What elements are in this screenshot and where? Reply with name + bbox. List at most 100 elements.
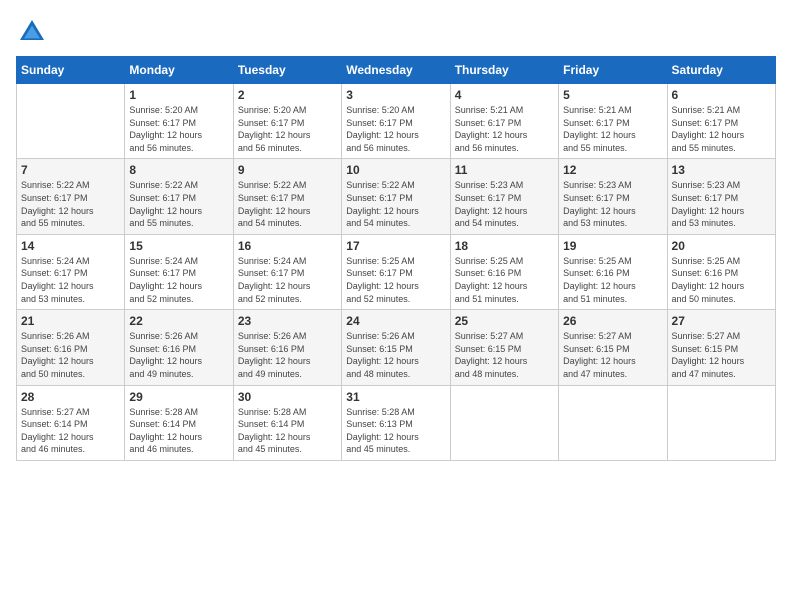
day-number: 5: [563, 88, 662, 102]
day-number: 23: [238, 314, 337, 328]
calendar-cell: 31 Sunrise: 5:28 AM Sunset: 6:13 PM Dayli…: [342, 385, 450, 460]
calendar-cell: 29 Sunrise: 5:28 AM Sunset: 6:14 PM Dayli…: [125, 385, 233, 460]
day-info: Sunrise: 5:22 AM Sunset: 6:17 PM Dayligh…: [346, 179, 445, 229]
day-info: Sunrise: 5:26 AM Sunset: 6:16 PM Dayligh…: [21, 330, 120, 380]
calendar-cell: [17, 84, 125, 159]
calendar-cell: 26Sunrise: 5:27 AM Sunset: 6:15 PM Dayli…: [559, 310, 667, 385]
weekday-header-row: SundayMondayTuesdayWednesdayThursdayFrid…: [17, 57, 776, 84]
day-info: Sunrise: 5:25 AM Sunset: 6:16 PM Dayligh…: [672, 255, 771, 305]
day-info: Sunrise: 5:24 AM Sunset: 6:17 PM Dayligh…: [238, 255, 337, 305]
day-number: 26: [563, 314, 662, 328]
day-info: Sunrise: 5:20 AM Sunset: 6:17 PM Dayligh…: [346, 104, 445, 154]
calendar-cell: 8 Sunrise: 5:22 AM Sunset: 6:17 PM Daylig…: [125, 159, 233, 234]
day-info: Sunrise: 5:21 AM Sunset: 6:17 PM Dayligh…: [455, 104, 554, 154]
day-number: 31: [346, 390, 445, 404]
day-info: Sunrise: 5:27 AM Sunset: 6:15 PM Dayligh…: [455, 330, 554, 380]
calendar-cell: 6Sunrise: 5:21 AM Sunset: 6:17 PM Daylig…: [667, 84, 775, 159]
calendar-week-row: 28 Sunrise: 5:27 AM Sunset: 6:14 PM Dayli…: [17, 385, 776, 460]
weekday-header-sunday: Sunday: [17, 57, 125, 84]
calendar-cell: 12 Sunrise: 5:23 AM Sunset: 6:17 PM Dayli…: [559, 159, 667, 234]
day-info: Sunrise: 5:25 AM Sunset: 6:17 PM Dayligh…: [346, 255, 445, 305]
calendar-cell: 10 Sunrise: 5:22 AM Sunset: 6:17 PM Dayli…: [342, 159, 450, 234]
day-number: 8: [129, 163, 228, 177]
weekday-header-wednesday: Wednesday: [342, 57, 450, 84]
day-number: 11: [455, 163, 554, 177]
day-info: Sunrise: 5:26 AM Sunset: 6:16 PM Dayligh…: [238, 330, 337, 380]
calendar-cell: 3 Sunrise: 5:20 AM Sunset: 6:17 PM Daylig…: [342, 84, 450, 159]
day-info: Sunrise: 5:24 AM Sunset: 6:17 PM Dayligh…: [21, 255, 120, 305]
weekday-header-tuesday: Tuesday: [233, 57, 341, 84]
day-number: 29: [129, 390, 228, 404]
logo-icon: [16, 16, 48, 48]
day-info: Sunrise: 5:20 AM Sunset: 6:17 PM Dayligh…: [238, 104, 337, 154]
calendar-cell: [559, 385, 667, 460]
day-number: 15: [129, 239, 228, 253]
calendar-cell: 1Sunrise: 5:20 AM Sunset: 6:17 PM Daylig…: [125, 84, 233, 159]
calendar-cell: 22 Sunrise: 5:26 AM Sunset: 6:16 PM Dayli…: [125, 310, 233, 385]
calendar-cell: 25Sunrise: 5:27 AM Sunset: 6:15 PM Dayli…: [450, 310, 558, 385]
day-info: Sunrise: 5:23 AM Sunset: 6:17 PM Dayligh…: [672, 179, 771, 229]
day-number: 4: [455, 88, 554, 102]
calendar-week-row: 21 Sunrise: 5:26 AM Sunset: 6:16 PM Dayli…: [17, 310, 776, 385]
calendar-cell: 2 Sunrise: 5:20 AM Sunset: 6:17 PM Daylig…: [233, 84, 341, 159]
weekday-header-monday: Monday: [125, 57, 233, 84]
day-number: 2: [238, 88, 337, 102]
day-number: 27: [672, 314, 771, 328]
calendar-cell: 23 Sunrise: 5:26 AM Sunset: 6:16 PM Dayli…: [233, 310, 341, 385]
day-number: 24: [346, 314, 445, 328]
day-number: 9: [238, 163, 337, 177]
weekday-header-thursday: Thursday: [450, 57, 558, 84]
calendar-cell: 24Sunrise: 5:26 AM Sunset: 6:15 PM Dayli…: [342, 310, 450, 385]
calendar-cell: 13 Sunrise: 5:23 AM Sunset: 6:17 PM Dayli…: [667, 159, 775, 234]
day-info: Sunrise: 5:28 AM Sunset: 6:14 PM Dayligh…: [129, 406, 228, 456]
day-info: Sunrise: 5:25 AM Sunset: 6:16 PM Dayligh…: [455, 255, 554, 305]
day-info: Sunrise: 5:28 AM Sunset: 6:14 PM Dayligh…: [238, 406, 337, 456]
logo: [16, 16, 52, 48]
day-info: Sunrise: 5:21 AM Sunset: 6:17 PM Dayligh…: [563, 104, 662, 154]
calendar-cell: 17 Sunrise: 5:25 AM Sunset: 6:17 PM Dayli…: [342, 234, 450, 309]
calendar-cell: 9 Sunrise: 5:22 AM Sunset: 6:17 PM Daylig…: [233, 159, 341, 234]
day-number: 12: [563, 163, 662, 177]
day-number: 30: [238, 390, 337, 404]
day-info: Sunrise: 5:22 AM Sunset: 6:17 PM Dayligh…: [129, 179, 228, 229]
day-number: 28: [21, 390, 120, 404]
calendar-cell: 15 Sunrise: 5:24 AM Sunset: 6:17 PM Dayli…: [125, 234, 233, 309]
day-info: Sunrise: 5:22 AM Sunset: 6:17 PM Dayligh…: [21, 179, 120, 229]
day-number: 16: [238, 239, 337, 253]
day-number: 21: [21, 314, 120, 328]
day-info: Sunrise: 5:24 AM Sunset: 6:17 PM Dayligh…: [129, 255, 228, 305]
day-number: 22: [129, 314, 228, 328]
calendar-cell: 30 Sunrise: 5:28 AM Sunset: 6:14 PM Dayli…: [233, 385, 341, 460]
day-number: 18: [455, 239, 554, 253]
calendar-cell: 19 Sunrise: 5:25 AM Sunset: 6:16 PM Dayli…: [559, 234, 667, 309]
day-info: Sunrise: 5:26 AM Sunset: 6:16 PM Dayligh…: [129, 330, 228, 380]
day-info: Sunrise: 5:25 AM Sunset: 6:16 PM Dayligh…: [563, 255, 662, 305]
day-number: 19: [563, 239, 662, 253]
calendar-table: SundayMondayTuesdayWednesdayThursdayFrid…: [16, 56, 776, 461]
day-number: 20: [672, 239, 771, 253]
calendar-cell: 11 Sunrise: 5:23 AM Sunset: 6:17 PM Dayli…: [450, 159, 558, 234]
calendar-cell: 20 Sunrise: 5:25 AM Sunset: 6:16 PM Dayli…: [667, 234, 775, 309]
calendar-cell: 16 Sunrise: 5:24 AM Sunset: 6:17 PM Dayli…: [233, 234, 341, 309]
day-info: Sunrise: 5:28 AM Sunset: 6:13 PM Dayligh…: [346, 406, 445, 456]
weekday-header-saturday: Saturday: [667, 57, 775, 84]
page-header: [16, 16, 776, 48]
day-number: 10: [346, 163, 445, 177]
day-info: Sunrise: 5:27 AM Sunset: 6:14 PM Dayligh…: [21, 406, 120, 456]
calendar-week-row: 14 Sunrise: 5:24 AM Sunset: 6:17 PM Dayli…: [17, 234, 776, 309]
day-info: Sunrise: 5:20 AM Sunset: 6:17 PM Dayligh…: [129, 104, 228, 154]
calendar-cell: 18 Sunrise: 5:25 AM Sunset: 6:16 PM Dayli…: [450, 234, 558, 309]
day-info: Sunrise: 5:22 AM Sunset: 6:17 PM Dayligh…: [238, 179, 337, 229]
calendar-cell: 7 Sunrise: 5:22 AM Sunset: 6:17 PM Daylig…: [17, 159, 125, 234]
calendar-cell: [667, 385, 775, 460]
calendar-cell: 21 Sunrise: 5:26 AM Sunset: 6:16 PM Dayli…: [17, 310, 125, 385]
day-number: 7: [21, 163, 120, 177]
calendar-cell: 5 Sunrise: 5:21 AM Sunset: 6:17 PM Daylig…: [559, 84, 667, 159]
day-number: 14: [21, 239, 120, 253]
day-info: Sunrise: 5:23 AM Sunset: 6:17 PM Dayligh…: [455, 179, 554, 229]
day-number: 3: [346, 88, 445, 102]
calendar-week-row: 1Sunrise: 5:20 AM Sunset: 6:17 PM Daylig…: [17, 84, 776, 159]
day-number: 13: [672, 163, 771, 177]
day-info: Sunrise: 5:23 AM Sunset: 6:17 PM Dayligh…: [563, 179, 662, 229]
day-number: 17: [346, 239, 445, 253]
